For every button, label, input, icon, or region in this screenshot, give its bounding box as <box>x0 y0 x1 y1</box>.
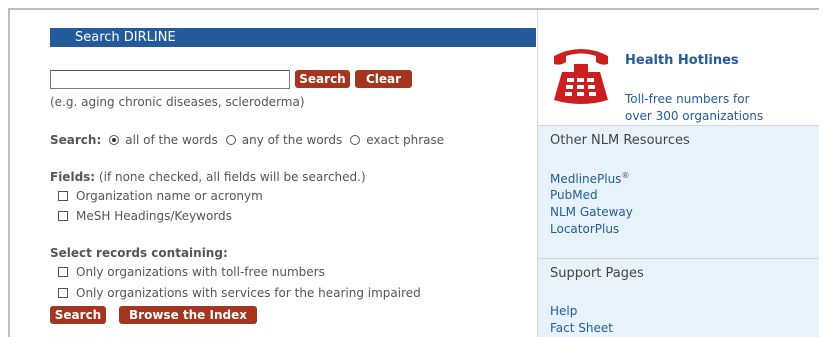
mesh-checkbox[interactable] <box>58 211 68 221</box>
nlm-gateway-link[interactable]: NLM Gateway <box>550 205 633 219</box>
fact-sheet-link[interactable]: Fact Sheet <box>550 321 613 335</box>
tollfree-checkbox-label: Only organizations with toll-free number… <box>76 265 325 279</box>
support-pages-box: Support Pages Help Fact Sheet <box>538 258 819 337</box>
registered-mark: ® <box>621 171 630 180</box>
red-telephone-icon[interactable] <box>550 42 612 106</box>
fields-note: (if none checked, all fields will be sea… <box>98 170 366 184</box>
mesh-checkbox-label: MeSH Headings/Keywords <box>76 209 232 223</box>
radio-any-words-label: any of the words <box>241 133 343 147</box>
tollfree-checkbox[interactable] <box>58 267 68 277</box>
pubmed-link[interactable]: PubMed <box>550 188 598 202</box>
organization-checkbox-label: Organization name or acronym <box>76 189 263 203</box>
health-hotlines-link[interactable]: Health Hotlines <box>625 53 739 68</box>
hearing-checkbox[interactable] <box>58 288 68 298</box>
record-option-hearing[interactable]: Only organizations with services for the… <box>58 286 421 300</box>
records-label: Select records containing: <box>50 246 228 260</box>
nlm-resources-box: Other NLM Resources MedlinePlus® PubMed … <box>538 125 819 258</box>
radio-exact-phrase-label: exact phrase <box>366 133 445 147</box>
hotlines-desc-line1: Toll-free numbers for <box>625 92 750 106</box>
browse-index-button[interactable]: Browse the Index <box>119 306 257 324</box>
record-option-tollfree[interactable]: Only organizations with toll-free number… <box>58 265 325 279</box>
locatorplus-link[interactable]: LocatorPlus <box>550 222 619 236</box>
radio-exact-phrase[interactable] <box>350 135 361 145</box>
medlineplus-label: MedlinePlus <box>550 172 622 186</box>
support-heading: Support Pages <box>550 266 644 281</box>
fields-label: Fields: <box>50 170 96 184</box>
search-hint: (e.g. aging chronic diseases, scleroderm… <box>50 95 305 109</box>
search-panel-header: Search DIRLINE <box>50 28 536 47</box>
bottom-search-button[interactable]: Search <box>50 306 106 324</box>
field-option-mesh[interactable]: MeSH Headings/Keywords <box>58 209 232 223</box>
search-mode-label: Search: <box>50 133 102 147</box>
radio-all-words[interactable] <box>109 135 120 145</box>
radio-any-words[interactable] <box>225 135 236 145</box>
hotlines-desc-line2: over 300 organizations <box>625 109 764 123</box>
hotlines-description[interactable]: Toll-free numbers for over 300 organizat… <box>625 91 815 125</box>
search-input[interactable] <box>50 70 290 89</box>
organization-checkbox[interactable] <box>58 191 68 201</box>
search-button[interactable]: Search <box>295 70 350 88</box>
help-link[interactable]: Help <box>550 304 577 318</box>
hearing-checkbox-label: Only organizations with services for the… <box>76 286 421 300</box>
radio-all-words-label: all of the words <box>125 133 218 147</box>
fields-heading: Fields: (if none checked, all fields wil… <box>50 170 366 184</box>
search-mode-row: Search: all of the words any of the word… <box>50 133 452 147</box>
field-option-organization[interactable]: Organization name or acronym <box>58 189 263 203</box>
resources-heading: Other NLM Resources <box>550 133 690 148</box>
clear-button[interactable]: Clear <box>355 70 412 88</box>
medlineplus-link[interactable]: MedlinePlus® <box>550 171 629 186</box>
